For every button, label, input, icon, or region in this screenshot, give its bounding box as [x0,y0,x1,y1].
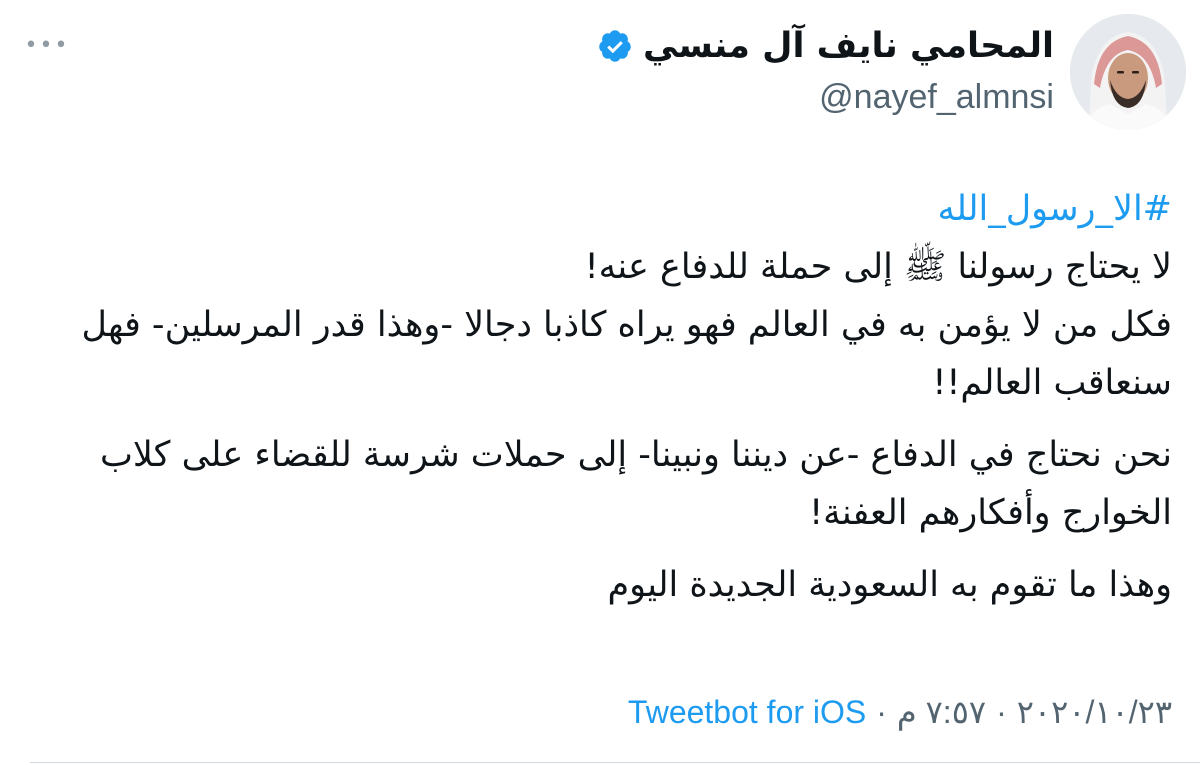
ellipsis-icon: ••• [24,32,70,58]
display-name[interactable]: المحامي نايف آل منسي [643,22,1054,70]
more-options-button[interactable]: ••• [25,28,68,62]
user-handle[interactable]: @nayef_almnsi [597,76,1054,118]
meta-separator: · [996,694,1007,730]
tweet-card: ••• المحامي نايف آل منسي @nayef_almnsi #… [0,0,1200,765]
avatar[interactable] [1070,14,1186,130]
divider [30,762,1200,763]
tweet-line-1: لا يحتاج رسولنا ﷺ إلى حملة للدفاع عنه! [584,247,1172,287]
tweet-time[interactable]: ٧:٥٧ م [897,690,986,734]
tweet-meta: ٢٠٢٠/١٠/٢٣ · ٧:٥٧ م · Tweetbot for iOS [628,690,1172,734]
tweet-date[interactable]: ٢٠٢٠/١٠/٢٣ [1017,690,1172,734]
name-row: المحامي نايف آل منسي [597,22,1054,70]
user-info: المحامي نايف آل منسي @nayef_almnsi [597,22,1054,118]
tweet-line-3: نحن نحتاج في الدفاع -عن ديننا ونبينا- إل… [99,435,1172,533]
tweet-line-4: وهذا ما تقوم به السعودية الجديدة اليوم [607,565,1173,605]
verified-badge-icon [597,28,633,64]
source-link[interactable]: Tweetbot for iOS [628,690,866,734]
avatar-photo [1070,14,1186,130]
hashtag-link[interactable]: #الا_رسول_الله [32,180,1173,238]
meta-separator: · [876,694,887,730]
tweet-line-2: فكل من لا يؤمن به في العالم فهو يراه كاذ… [81,305,1172,403]
tweet-text: #الا_رسول_الله لا يحتاج رسولنا ﷺ إلى حمل… [32,180,1172,614]
